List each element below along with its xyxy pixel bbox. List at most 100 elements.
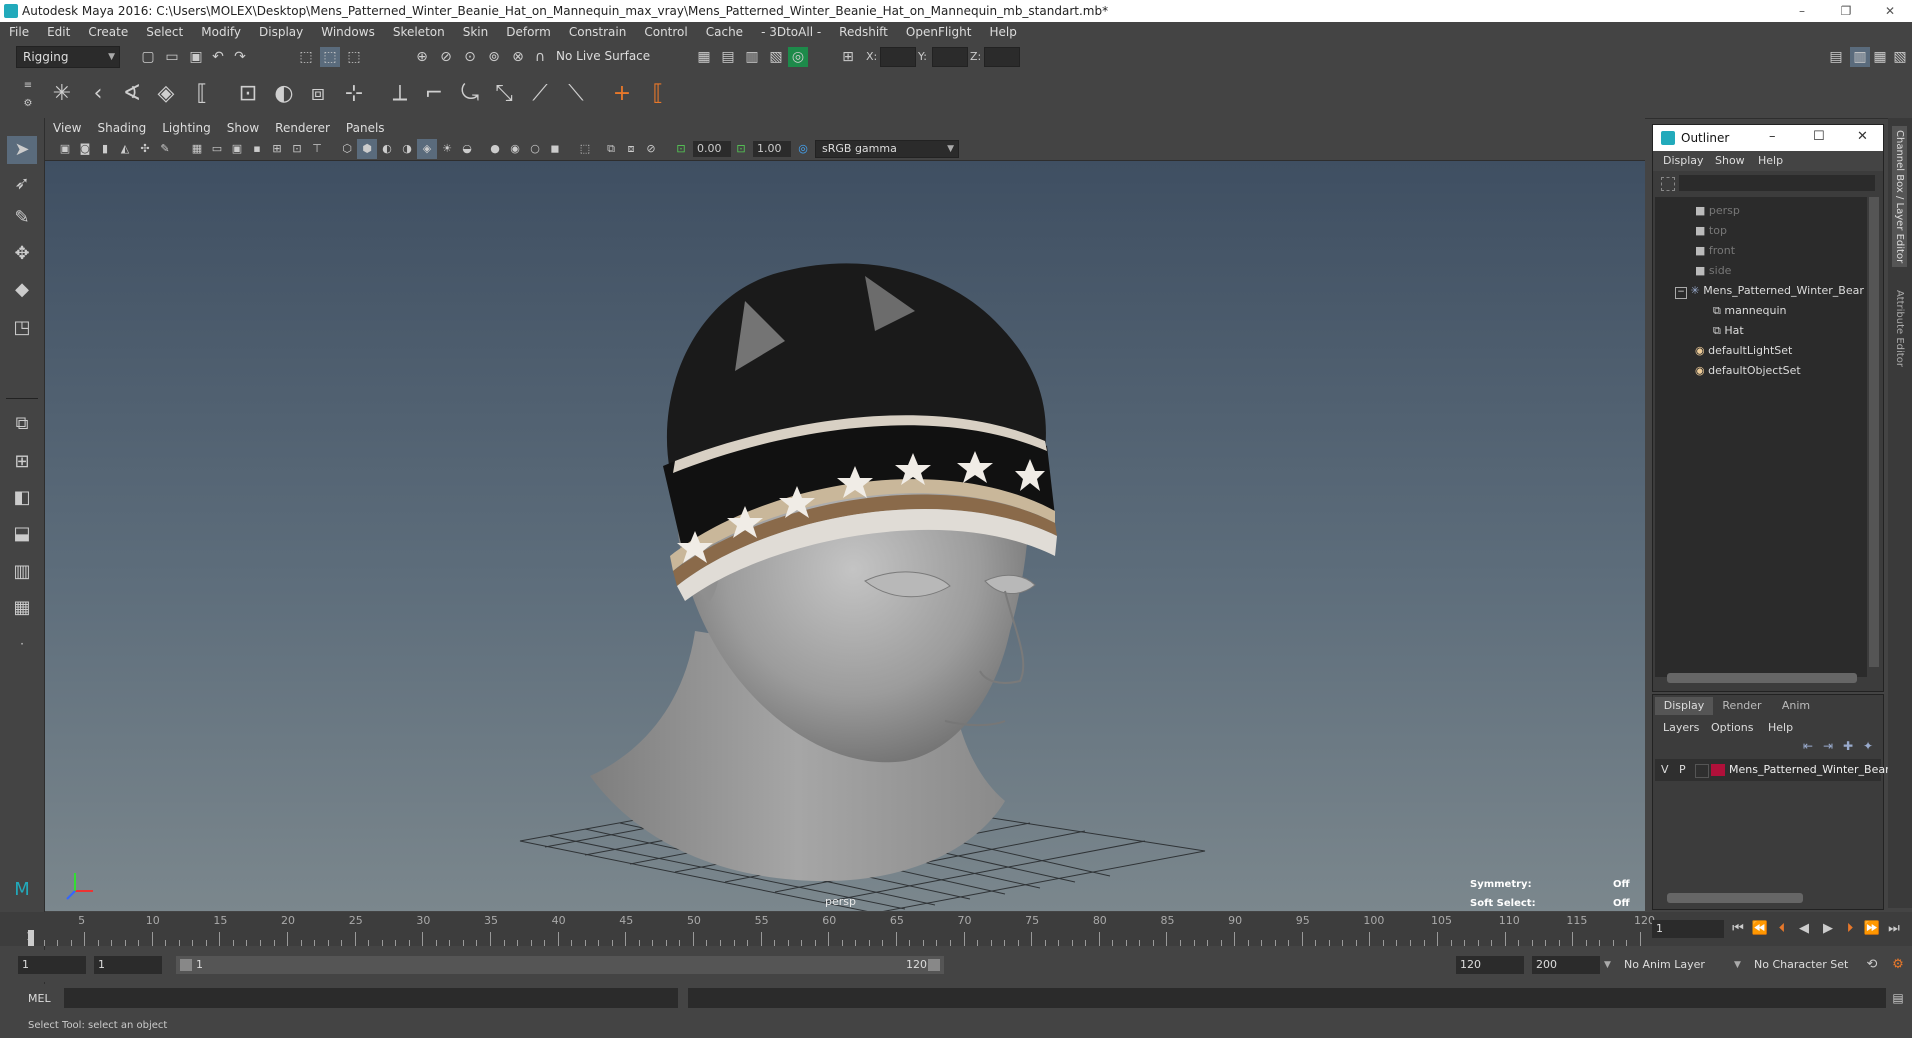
- bracket-tool-icon[interactable]: ⟦: [188, 80, 216, 108]
- go-to-start-icon[interactable]: ⏮: [1728, 919, 1748, 939]
- color-space-dropdown[interactable]: sRGB gamma ▼: [815, 140, 959, 158]
- snap-view-icon[interactable]: ⊚: [484, 47, 504, 67]
- layer-visibility-toggle[interactable]: V: [1661, 763, 1669, 776]
- menu-help[interactable]: Help: [980, 22, 1025, 42]
- menu-create[interactable]: Create: [79, 22, 137, 42]
- perspective-viewport[interactable]: persp Symmetry: Off Soft Select: Off: [45, 161, 1645, 911]
- mode-dropdown[interactable]: Rigging ▼: [16, 46, 120, 68]
- gamma-field[interactable]: 1.00: [753, 141, 791, 157]
- playback-end-field[interactable]: 120: [1456, 956, 1524, 974]
- xray-icon[interactable]: ⬚: [575, 139, 595, 159]
- more-layouts-icon[interactable]: ·: [7, 630, 37, 658]
- tab-render[interactable]: Render: [1715, 697, 1769, 715]
- menu-3dtoall[interactable]: - 3DtoAll -: [752, 22, 830, 42]
- outliner-search-input[interactable]: [1679, 175, 1875, 191]
- layer-horizontal-scrollbar[interactable]: [1667, 893, 1803, 903]
- select-camera-icon[interactable]: ▣: [55, 139, 75, 159]
- toggle-attribute-editor-icon[interactable]: ▥: [1850, 47, 1870, 67]
- step-back-icon[interactable]: ⏪: [1750, 919, 1770, 939]
- ik-spline-icon[interactable]: ∢: [118, 80, 146, 108]
- exposure-icon[interactable]: ⊡: [671, 139, 691, 159]
- outliner-close-button[interactable]: ✕: [1857, 129, 1868, 144]
- collapse-icon[interactable]: −: [1675, 287, 1687, 299]
- transform-mode-icon[interactable]: ⊞: [838, 47, 858, 67]
- new-scene-icon[interactable]: ▢: [138, 47, 158, 67]
- gate-mask-icon[interactable]: ▪: [247, 139, 267, 159]
- bracket-locator-icon[interactable]: ⟦: [644, 80, 672, 108]
- outliner-row-hat[interactable]: ⧉ Hat: [1713, 321, 1744, 341]
- menu-cache[interactable]: Cache: [697, 22, 752, 42]
- new-layer-icon[interactable]: ✚: [1843, 739, 1853, 753]
- point-constraint-icon[interactable]: ⟂: [386, 80, 414, 108]
- grid-toggle-icon[interactable]: ▦: [187, 139, 207, 159]
- menu-skin[interactable]: Skin: [454, 22, 498, 42]
- use-all-lights-icon[interactable]: ◈: [417, 139, 437, 159]
- exposure-field[interactable]: 0.00: [693, 141, 731, 157]
- script-editor-icon[interactable]: ▤: [1888, 988, 1908, 1008]
- vp-menu-renderer[interactable]: Renderer: [267, 118, 338, 138]
- go-to-end-icon[interactable]: ⏭: [1884, 919, 1904, 939]
- vp-menu-panels[interactable]: Panels: [338, 118, 393, 138]
- tab-anim[interactable]: Anim: [1771, 697, 1821, 715]
- outliner-filter-icon[interactable]: [1661, 177, 1675, 191]
- menu-constrain[interactable]: Constrain: [560, 22, 636, 42]
- vp-menu-lighting[interactable]: Lighting: [154, 118, 219, 138]
- current-frame-field[interactable]: 1: [1652, 920, 1724, 938]
- auto-key-icon[interactable]: ⟲: [1862, 955, 1882, 975]
- menu-redshift[interactable]: Redshift: [830, 22, 897, 42]
- outliner-menu-help[interactable]: Help: [1758, 154, 1783, 167]
- vp-menu-view[interactable]: View: [45, 118, 89, 138]
- move-layer-up-icon[interactable]: ⇤: [1803, 739, 1813, 753]
- toggle-tool-settings-icon[interactable]: ▦: [1870, 47, 1890, 67]
- move-tool-icon[interactable]: ✥: [7, 240, 37, 268]
- open-scene-icon[interactable]: ▭: [162, 47, 182, 67]
- film-gate-icon[interactable]: ▭: [207, 139, 227, 159]
- outliner-row-side[interactable]: ■ side: [1695, 261, 1731, 281]
- minimize-button[interactable]: –: [1782, 2, 1822, 20]
- layer-playback-toggle[interactable]: P: [1679, 763, 1686, 776]
- close-button[interactable]: ✕: [1870, 2, 1910, 20]
- start-time-field[interactable]: 1: [18, 956, 86, 974]
- chevron-down-icon[interactable]: ▼: [1734, 956, 1746, 974]
- render-view-icon[interactable]: ▤: [718, 47, 738, 67]
- ambient-occlusion-icon[interactable]: ◒: [457, 139, 477, 159]
- scale-tool-icon[interactable]: ◳: [7, 314, 37, 342]
- outliner-vertical-scrollbar[interactable]: [1869, 197, 1879, 667]
- menu-openflight[interactable]: OpenFlight: [897, 22, 981, 42]
- command-input[interactable]: [64, 988, 678, 1008]
- current-time-indicator[interactable]: [28, 930, 34, 946]
- resolution-gate-icon[interactable]: ▣: [227, 139, 247, 159]
- textured-icon[interactable]: ◑: [397, 139, 417, 159]
- bind-skin-icon[interactable]: ◈: [152, 80, 180, 108]
- grease-pencil-icon[interactable]: ✎: [155, 139, 175, 159]
- cluster-icon[interactable]: ⊡: [234, 80, 262, 108]
- outliner-menu-display[interactable]: Display: [1663, 154, 1704, 167]
- menu-modify[interactable]: Modify: [192, 22, 250, 42]
- color-management-icon[interactable]: ◎: [793, 139, 813, 159]
- lattice-icon[interactable]: ⧈: [304, 80, 332, 108]
- xray-components-icon[interactable]: ⧈: [621, 139, 641, 159]
- bookmark-icon[interactable]: ▮: [95, 139, 115, 159]
- menu-file[interactable]: File: [0, 22, 38, 42]
- shelf-menu-icon[interactable]: ≡: [18, 76, 38, 96]
- wireframe-icon[interactable]: ⬡: [337, 139, 357, 159]
- four-view-layout-icon[interactable]: ⊞: [7, 448, 37, 476]
- layer-display-type-toggle[interactable]: [1695, 764, 1709, 778]
- outliner-row-front[interactable]: ■ front: [1695, 241, 1735, 261]
- menu-skeleton[interactable]: Skeleton: [384, 22, 454, 42]
- select-tool-icon[interactable]: ➤: [7, 136, 37, 164]
- pole-vector-icon[interactable]: ⟍: [562, 80, 590, 108]
- aim-constraint-icon[interactable]: ⌐: [420, 80, 448, 108]
- save-scene-icon[interactable]: ▣: [186, 47, 206, 67]
- cmd-language-toggle[interactable]: MEL: [28, 992, 51, 1005]
- outliner-horizontal-scrollbar[interactable]: [1667, 673, 1857, 683]
- hypershade-layout-icon[interactable]: ▥: [7, 558, 37, 586]
- undo-icon[interactable]: ↶: [208, 47, 228, 67]
- scale-constraint-icon[interactable]: ⤡: [490, 80, 518, 108]
- new-layer-selected-icon[interactable]: ✦: [1863, 739, 1873, 753]
- paint-select-icon[interactable]: ✎: [7, 204, 37, 232]
- maximize-button[interactable]: ❐: [1826, 2, 1866, 20]
- magnet-icon[interactable]: ∩: [530, 47, 550, 67]
- gamma-icon[interactable]: ⊡: [731, 139, 751, 159]
- toggle-modeling-toolkit-icon[interactable]: ▤: [1826, 47, 1846, 67]
